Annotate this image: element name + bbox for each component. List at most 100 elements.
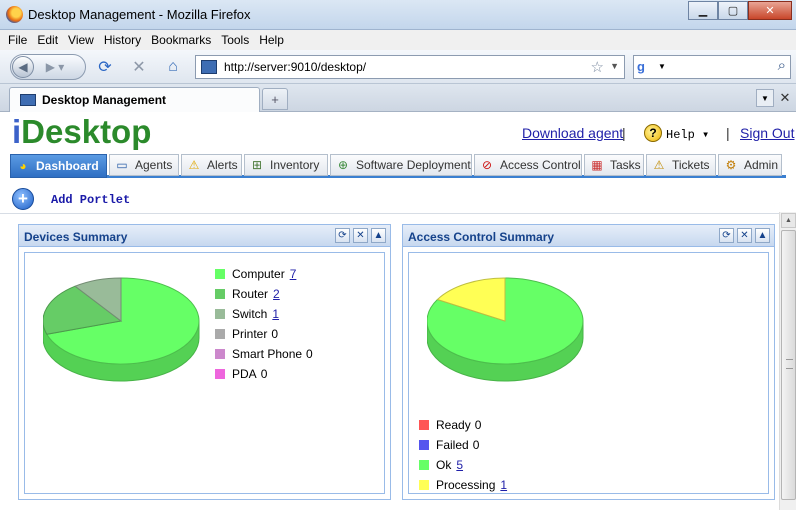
menu-edit[interactable]: Edit <box>37 30 58 50</box>
tab-admin[interactable]: ⚙ Admin <box>718 154 782 176</box>
separator: | <box>726 125 730 141</box>
tab-tickets[interactable]: ⚠ Tickets <box>646 154 716 176</box>
download-agent-link[interactable]: Download agent <box>522 125 623 141</box>
refresh-icon[interactable]: ⟳ <box>335 228 350 243</box>
monitor-icon: ▭ <box>116 158 128 172</box>
add-plus-icon[interactable]: + <box>12 188 34 210</box>
menu-tools[interactable]: Tools <box>221 30 249 50</box>
close-icon[interactable]: ✕ <box>737 228 752 243</box>
url-dropdown-icon[interactable]: ▼ <box>610 61 619 71</box>
legend-count: 0 <box>306 347 313 361</box>
legend-count-link[interactable]: 5 <box>456 458 463 472</box>
menu-history[interactable]: History <box>104 30 141 50</box>
legend-count-link[interactable]: 2 <box>273 287 280 301</box>
legend-swatch <box>215 289 225 299</box>
site-icon <box>201 60 217 74</box>
scroll-thumb[interactable] <box>781 230 796 500</box>
legend-item-pda: PDA 0 <box>215 366 267 382</box>
legend-count-link[interactable]: 7 <box>290 267 297 281</box>
gear-icon: ⚙ <box>725 158 737 172</box>
vertical-scrollbar[interactable]: ▲ <box>779 212 796 510</box>
legend-label: Ready <box>436 418 471 432</box>
menu-bookmarks[interactable]: Bookmarks <box>151 30 211 50</box>
tab-dashboard[interactable]: ◕ Dashboard <box>10 154 107 178</box>
menu-view[interactable]: View <box>68 30 94 50</box>
legend-item-ready: Ready 0 <box>419 417 481 433</box>
no-entry-icon: ⊘ <box>481 158 493 172</box>
menu-file[interactable]: File <box>8 30 27 50</box>
portlet-header: Access Control Summary ⟳ ✕ ▲ <box>403 225 774 247</box>
devices-summary-portlet: Devices Summary ⟳ ✕ ▲ Computer 7 Router 2 Sw… <box>18 224 391 500</box>
refresh-icon[interactable]: ⟳ <box>719 228 734 243</box>
help-menu[interactable]: Help ▾ <box>666 127 709 142</box>
collapse-icon[interactable]: ▲ <box>371 228 386 243</box>
back-forward-group: ◀ ▶ ▾ <box>10 54 86 80</box>
idesktop-logo: iDesktop <box>12 113 152 150</box>
firefox-icon <box>6 6 23 23</box>
close-window-button[interactable]: ✕ <box>748 1 792 20</box>
url-bar: ☆ ▼ <box>195 55 625 79</box>
legend-swatch <box>419 420 429 430</box>
legend-item-ok: Ok 5 <box>419 457 463 473</box>
legend-label: Processing <box>436 478 496 492</box>
legend-item-router: Router 2 <box>215 286 280 302</box>
scroll-up-icon[interactable]: ▲ <box>781 213 796 228</box>
maximize-button[interactable]: ▢ <box>718 1 748 20</box>
portlet-tools: ⟳ ✕ ▲ <box>719 228 770 243</box>
forward-arrow-icon: ▶ ▾ <box>45 60 65 74</box>
tab-alerts[interactable]: ⚠ Alerts <box>181 154 242 176</box>
legend-label: Switch <box>232 307 268 321</box>
portlet-body: Ready 0 Failed 0 Ok 5 Processing 1 <box>408 252 769 494</box>
back-button[interactable]: ◀ <box>12 56 34 78</box>
search-box: g ▼ ⌕ <box>633 55 791 79</box>
add-portlet-label[interactable]: Add Portlet <box>51 193 130 207</box>
sign-out-link[interactable]: Sign Out <box>740 125 794 141</box>
tab-software-deployment[interactable]: ⊕ Software Deployment <box>330 154 472 176</box>
navigation-toolbar: ◀ ▶ ▾ ⟳ ✕ ⌂ ☆ ▼ g ▼ ⌕ <box>0 50 796 84</box>
search-magnifier-icon[interactable]: ⌕ <box>778 57 786 74</box>
legend-swatch <box>215 329 225 339</box>
divider <box>0 213 780 214</box>
search-engine-dropdown-icon[interactable]: ▼ <box>658 62 666 71</box>
legend-item-switch: Switch 1 <box>215 306 279 322</box>
new-tab-button[interactable]: + <box>262 88 288 110</box>
calendar-icon: ▦ <box>591 158 603 172</box>
legend-count-link[interactable]: 1 <box>272 307 279 321</box>
access-control-summary-portlet: Access Control Summary ⟳ ✕ ▲ Ready 0 Faile… <box>402 224 775 500</box>
page-content: iDesktop Download agent | ? Help ▾ | Sig… <box>0 112 796 510</box>
tab-inventory[interactable]: ⊞ Inventory <box>244 154 328 176</box>
tab-access-control[interactable]: ⊘ Access Control <box>474 154 582 176</box>
legend-label: Computer <box>232 267 285 281</box>
tab-site-icon <box>20 94 36 106</box>
tab-agents[interactable]: ▭ Agents <box>109 154 179 176</box>
access-legend: Ready 0 Failed 0 Ok 5 Processing 1 <box>419 417 579 497</box>
google-icon[interactable]: g <box>637 59 657 75</box>
minimize-button[interactable]: ▁ <box>688 1 718 20</box>
browser-tab[interactable]: Desktop Management <box>9 87 260 112</box>
close-icon[interactable]: ✕ <box>353 228 368 243</box>
stop-icon[interactable]: ✕ <box>130 58 148 76</box>
home-icon[interactable]: ⌂ <box>164 58 182 76</box>
legend-item-computer: Computer 7 <box>215 266 296 282</box>
collapse-icon[interactable]: ▲ <box>755 228 770 243</box>
reload-icon[interactable]: ⟳ <box>96 58 114 76</box>
portlet-title: Devices Summary <box>24 230 128 244</box>
url-input[interactable] <box>224 58 574 76</box>
menu-help[interactable]: Help <box>259 30 284 50</box>
forward-button[interactable]: ▶ ▾ <box>37 58 73 76</box>
tab-tasks[interactable]: ▦ Tasks <box>584 154 644 176</box>
legend-swatch <box>419 440 429 450</box>
bookmark-star-icon[interactable]: ☆ <box>591 58 604 76</box>
window-controls: ▁ ▢ ✕ <box>688 1 792 20</box>
separator: | <box>622 125 626 141</box>
close-tab-icon[interactable]: ✕ <box>778 89 792 107</box>
access-pie-chart <box>427 277 584 382</box>
legend-count: 0 <box>260 367 268 381</box>
legend-count: 0 <box>474 418 482 432</box>
legend-item-printer: Printer 0 <box>215 326 278 342</box>
help-question-icon[interactable]: ? <box>644 124 662 142</box>
legend-count-link[interactable]: 1 <box>500 478 507 492</box>
legend-swatch <box>215 369 225 379</box>
tab-list-dropdown-icon[interactable]: ▼ <box>756 89 774 107</box>
portlet-tools: ⟳ ✕ ▲ <box>335 228 386 243</box>
